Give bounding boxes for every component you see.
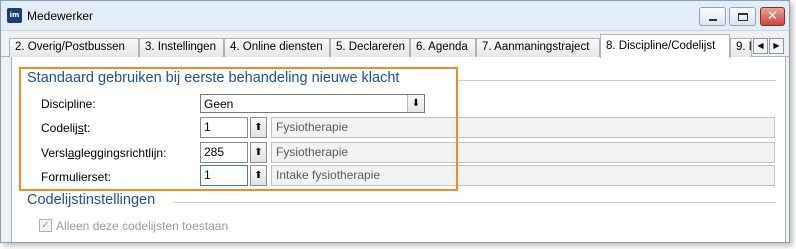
- formulierset-input[interactable]: 1: [200, 165, 248, 186]
- close-button[interactable]: ✕: [760, 7, 785, 26]
- minimize-icon: [709, 19, 717, 21]
- group-title-codelijstinstellingen: Codelijstinstellingen: [27, 192, 156, 208]
- versl-label-pre: Versl: [41, 146, 68, 160]
- arrow-up-icon: ⬆: [254, 170, 263, 181]
- codelijst-label-post: t:: [83, 121, 91, 135]
- chevron-right-icon: ▶: [773, 41, 780, 50]
- verslaglegging-description: Fysiotherapie: [271, 142, 775, 163]
- discipline-select[interactable]: Geen ⬇: [200, 94, 425, 113]
- minimize-button[interactable]: [699, 7, 726, 26]
- medewerker-window: im Medewerker ✕ 2. Overig/Postbussen 3. …: [0, 0, 790, 243]
- tab-partial-9[interactable]: 9. D: [730, 38, 752, 57]
- discipline-value: Geen: [204, 97, 234, 111]
- arrow-down-icon[interactable]: ⬇: [407, 95, 424, 112]
- window-title: Medewerker: [27, 9, 94, 23]
- close-icon: ✕: [767, 9, 778, 24]
- codelijst-description: Fysiotherapie: [271, 117, 775, 138]
- tab-discipline-codelijst[interactable]: 8. Discipline/Codelijst: [600, 34, 730, 58]
- tab-strip: 2. Overig/Postbussen 3. Instellingen 4. …: [1, 31, 789, 58]
- codelijst-lookup-button[interactable]: ⬆: [250, 117, 267, 138]
- alleen-codelijsten-label: Alleen deze codelijsten toestaan: [56, 219, 229, 233]
- group-divider: [456, 80, 776, 81]
- formulierset-description: Intake fysiotherapie: [271, 165, 775, 186]
- tab-instellingen[interactable]: 3. Instellingen: [139, 38, 224, 57]
- maximize-button[interactable]: [729, 7, 756, 26]
- group-divider: [173, 202, 776, 203]
- discipline-label: Discipline:: [41, 97, 96, 111]
- versl-label-post: gleggingsrichtlijn:: [74, 146, 167, 160]
- tab-declareren[interactable]: 5. Declareren: [330, 38, 410, 57]
- formulierset-label: Formulierset:: [41, 170, 112, 184]
- tab-agenda[interactable]: 6. Agenda: [410, 38, 476, 57]
- verslaglegging-input[interactable]: 285: [200, 142, 248, 163]
- title-bar: im Medewerker ✕: [1, 1, 789, 31]
- app-icon: im: [7, 8, 22, 23]
- codelijst-label-pre: Codelij: [41, 121, 78, 135]
- tab-online-diensten[interactable]: 4. Online diensten: [224, 38, 330, 57]
- tab-scroll-right-button[interactable]: ▶: [769, 38, 784, 54]
- arrow-up-icon: ⬆: [254, 147, 263, 158]
- codelijst-label: Codelijst:: [41, 121, 90, 135]
- codelijst-input[interactable]: 1: [200, 117, 248, 138]
- group-title-standaard: Standaard gebruiken bij eerste behandeli…: [27, 70, 400, 86]
- maximize-icon: [738, 13, 748, 21]
- verslaglegging-label: Verslagleggingsrichtlijn:: [41, 146, 166, 160]
- tab-scroll-left-button[interactable]: ◀: [753, 38, 768, 54]
- tab-aanmaningstraject[interactable]: 7. Aanmaningstraject: [476, 38, 600, 57]
- alleen-codelijsten-checkbox[interactable]: ✓: [39, 219, 52, 232]
- arrow-up-icon: ⬆: [254, 122, 263, 133]
- formulierset-lookup-button[interactable]: ⬆: [250, 165, 267, 186]
- tab-overig-postbussen[interactable]: 2. Overig/Postbussen: [9, 38, 139, 57]
- verslaglegging-lookup-button[interactable]: ⬆: [250, 142, 267, 163]
- chevron-left-icon: ◀: [757, 41, 764, 50]
